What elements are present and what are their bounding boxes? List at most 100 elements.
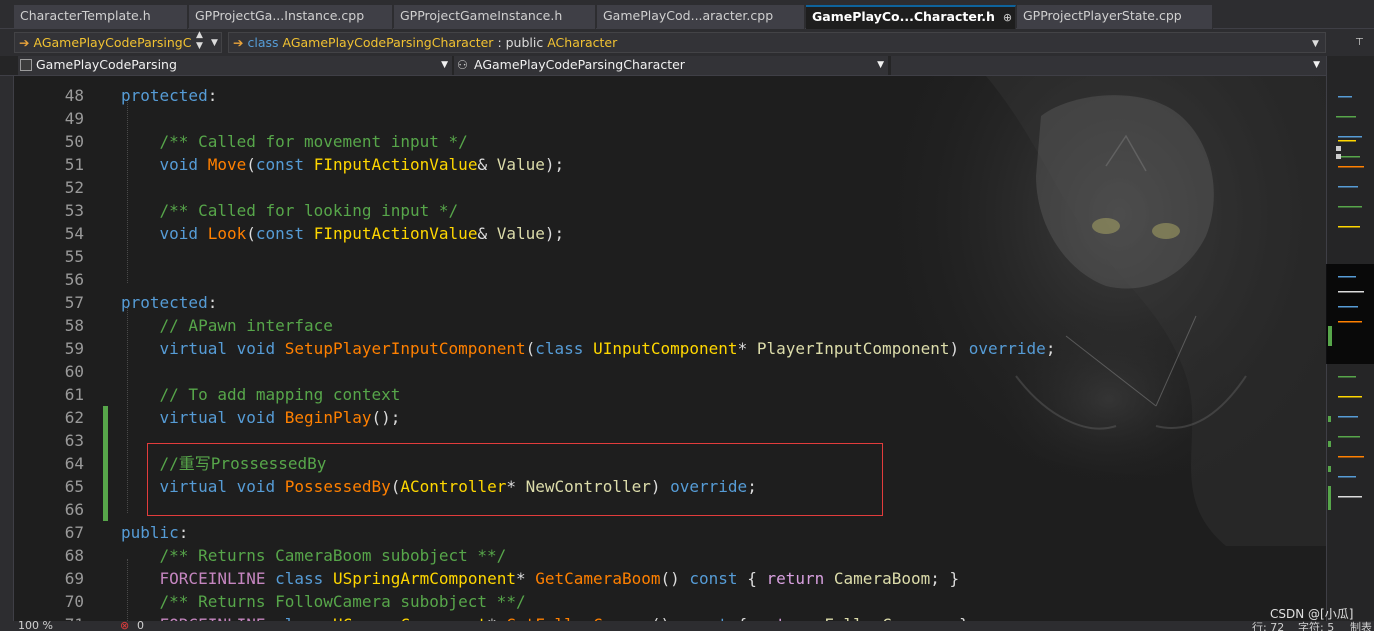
code-line[interactable]: /** Called for looking input */: [121, 199, 459, 222]
code-token: UInputComponent: [593, 339, 738, 358]
code-token: class: [535, 339, 584, 358]
zoom-level[interactable]: 100 %: [18, 621, 53, 631]
spin-arrows-icon[interactable]: ▲ ▼: [196, 30, 203, 52]
member-name: AGamePlayCodeParsingCharacter: [282, 35, 494, 50]
code-line[interactable]: /** Called for movement input */: [121, 130, 468, 153]
tab-label: GamePlayCo...Character.h: [812, 9, 995, 24]
cursor-chars[interactable]: 字符: 5: [1298, 621, 1334, 631]
code-token: void: [236, 477, 276, 496]
code-token: void: [236, 408, 276, 427]
code-token: PossessedBy: [284, 477, 391, 496]
line-number: 63: [64, 431, 84, 450]
code-line[interactable]: protected:: [121, 84, 217, 107]
collapse-icon[interactable]: ⊤: [1355, 37, 1364, 48]
code-line[interactable]: virtual void SetupPlayerInputComponent(c…: [121, 337, 1056, 360]
code-line[interactable]: FORCEINLINE class USpringArmComponent* G…: [121, 567, 960, 590]
chevron-down-icon: ▼: [877, 60, 884, 70]
code-token: *: [737, 339, 757, 358]
code-token: (: [246, 155, 256, 174]
member-base-class: ACharacter: [547, 35, 618, 50]
member-arrow-icon: ➔: [19, 35, 30, 50]
code-token: /** Called for looking input */: [159, 201, 459, 220]
code-token: Value: [496, 155, 545, 174]
code-token: );: [544, 155, 565, 174]
chevron-down-icon: ▼: [1313, 60, 1320, 70]
code-line[interactable]: void Move(const FInputActionValue& Value…: [121, 153, 565, 176]
code-line[interactable]: virtual void BeginPlay();: [121, 406, 401, 429]
class-selector-dropdown[interactable]: ➔ AGamePlayCodeParsingC: [14, 32, 222, 53]
pin-icon[interactable]: ⊕: [1003, 11, 1012, 24]
code-line[interactable]: /** Returns CameraBoom subobject **/: [121, 544, 507, 567]
code-editor[interactable]: 48 protected: 49 50 /** Called for movement…: [14, 76, 1326, 631]
project-dropdown[interactable]: GamePlayCodeParsing ▼: [18, 56, 452, 75]
function-dropdown[interactable]: ▼: [891, 56, 1326, 75]
code-line[interactable]: virtual void PossessedBy(AController* Ne…: [121, 475, 757, 498]
code-line[interactable]: protected:: [121, 291, 217, 314]
tab-gpprojectgameinstance-cpp[interactable]: GPProjectGa...Instance.cpp: [189, 5, 393, 29]
code-token: virtual: [159, 408, 227, 427]
line-number: 57: [64, 293, 84, 312]
navigation-bar: ➔ AGamePlayCodeParsingC ▲ ▼ ▼ ➔ class AGame…: [0, 29, 1374, 56]
member-separator: : public: [497, 35, 544, 50]
code-line[interactable]: /** Returns FollowCamera subobject **/: [121, 590, 526, 613]
line-number: 52: [64, 178, 84, 197]
cursor-line[interactable]: 行: 72: [1252, 621, 1284, 631]
tab-gpprojectplayerstate-cpp[interactable]: GPProjectPlayerState.cpp: [1017, 5, 1213, 29]
line-number: 68: [64, 546, 84, 565]
code-token: /** Returns CameraBoom subobject **/: [159, 546, 507, 565]
code-token: /** Returns FollowCamera subobject **/: [159, 592, 526, 611]
line-number: 66: [64, 500, 84, 519]
member-selector-dropdown[interactable]: ➔ class AGamePlayCodeParsingCharacter : p…: [228, 32, 1326, 53]
indent-mode[interactable]: 制表: [1350, 621, 1372, 631]
code-token: FInputActionValue: [313, 155, 478, 174]
tab-label: GamePlayCod...aracter.cpp: [603, 8, 774, 23]
code-line[interactable]: //重写ProssessedBy: [121, 452, 327, 475]
code-line[interactable]: // To add mapping context: [121, 383, 401, 406]
tab-gameplaycodeparsingcharacter-cpp[interactable]: GamePlayCod...aracter.cpp: [597, 5, 805, 29]
status-bar: 100 % ⊗ 0 行: 72 字符: 5 制表: [0, 621, 1374, 631]
error-count[interactable]: 0: [137, 621, 144, 631]
code-token: //重写ProssessedBy: [159, 454, 327, 473]
code-token: // To add mapping context: [159, 385, 401, 404]
error-icon[interactable]: ⊗: [120, 621, 129, 631]
code-token: virtual: [159, 339, 227, 358]
tab-charactertemplate-h[interactable]: CharacterTemplate.h: [14, 5, 188, 29]
code-token: FInputActionValue: [313, 224, 478, 243]
code-token: override: [968, 339, 1046, 358]
code-line[interactable]: // APawn interface: [121, 314, 333, 337]
code-token: PlayerInputComponent: [756, 339, 950, 358]
code-token: GetCameraBoom: [535, 569, 661, 588]
chevron-down-icon[interactable]: ▼: [1312, 39, 1319, 49]
code-token: :: [207, 86, 218, 105]
code-token: NewController: [525, 477, 651, 496]
code-token: // APawn interface: [159, 316, 333, 335]
code-token: void: [159, 155, 199, 174]
code-token: (: [246, 224, 256, 243]
code-line[interactable]: void Look(const FInputActionValue& Value…: [121, 222, 565, 245]
code-minimap[interactable]: [1326, 76, 1374, 631]
code-token: (: [525, 339, 536, 358]
code-line[interactable]: public:: [121, 521, 188, 544]
chevron-down-icon: ▼: [441, 60, 448, 70]
code-token: public: [121, 523, 179, 542]
code-token: BeginPlay: [284, 408, 372, 427]
code-token: &: [477, 155, 497, 174]
scope-dropdown[interactable]: ⚇ AGamePlayCodeParsingCharacter ▼: [454, 56, 888, 75]
chevron-down-icon[interactable]: ▼: [211, 38, 218, 48]
tab-gpprojectgameinstance-h[interactable]: GPProjectGameInstance.h: [394, 5, 596, 29]
tab-gameplaycodeparsingcharacter-h[interactable]: GamePlayCo...Character.h⊕×: [806, 5, 1016, 29]
line-number: 69: [64, 569, 84, 588]
